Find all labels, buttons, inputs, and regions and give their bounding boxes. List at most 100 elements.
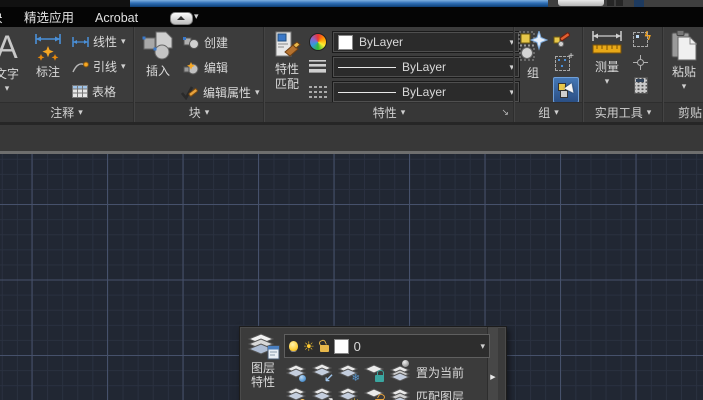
edit-attribute-icon xyxy=(181,85,199,100)
layer-floating-panel: 图层 特性 ☀ 0 ▾ xyxy=(239,326,507,400)
layer-tools-row1: ↙ ❄ 置为当前 xyxy=(286,363,464,382)
layer-change-to-current-icon[interactable]: ↙ xyxy=(312,363,332,382)
color-swatch xyxy=(338,35,353,50)
layer-lock-icon[interactable] xyxy=(364,363,384,382)
layer-dropdown-caret: ▾ xyxy=(480,341,485,352)
dimension-button[interactable]: 标注 xyxy=(30,32,66,80)
flyout-arrow-icon: ▶ xyxy=(490,373,495,381)
block-edit-button[interactable]: 编辑 xyxy=(183,59,228,76)
linetype-icon[interactable] xyxy=(309,85,327,99)
group-button[interactable]: 组 xyxy=(517,31,549,81)
match-layer-label[interactable]: 匹配图层 xyxy=(416,388,464,400)
linetype-dropdown[interactable]: ByLayer ▾ xyxy=(332,81,520,103)
panel-block: 插入 创建 编辑 xyxy=(135,27,263,122)
leader-button[interactable]: 引线 ▾ xyxy=(72,58,126,75)
group-edit-icon[interactable]: + xyxy=(555,56,570,71)
layer-match-icon[interactable] xyxy=(390,387,410,400)
titlebar-blue-gradient xyxy=(130,0,548,7)
edit-attr-caret: ▾ xyxy=(255,87,260,98)
color-wheel-icon[interactable] xyxy=(309,33,327,51)
measure-icon xyxy=(591,31,623,57)
drawing-canvas[interactable]: 图层 特性 ☀ 0 ▾ xyxy=(0,154,703,400)
id-point-icon[interactable] xyxy=(633,55,648,70)
text-icon: A xyxy=(0,30,22,64)
panel-label-group[interactable]: 组 ▾ xyxy=(515,102,582,122)
insert-block-icon xyxy=(142,31,174,61)
layer-color-swatch xyxy=(334,339,349,354)
lineweight-icon[interactable] xyxy=(309,59,326,73)
layer-thaw-sun-icon: ☀ xyxy=(303,340,315,353)
block-edit-icon xyxy=(183,61,200,75)
table-icon xyxy=(72,85,88,98)
group-icon xyxy=(518,31,548,63)
panel-label-properties[interactable]: 特性 ▾ ↘ xyxy=(265,102,513,122)
panel-utilities: 测量 ▾ ϟ 实用工具 ▾ xyxy=(584,27,662,122)
match-properties-icon xyxy=(272,31,302,61)
text-flyout-caret: ▾ xyxy=(5,83,10,94)
layer-properties-icon xyxy=(246,331,280,361)
set-current-label[interactable]: 置为当前 xyxy=(416,364,464,381)
lineweight-swatch xyxy=(338,67,396,68)
insert-button[interactable]: 插入 xyxy=(139,31,177,79)
group-selection-toggle[interactable] xyxy=(553,77,579,103)
autocad-window: 块 精选应用 Acrobat ▾ A 文字 ▾ xyxy=(0,0,703,400)
measure-button[interactable]: 测量 ▾ xyxy=(587,31,627,87)
edit-attributes-button[interactable]: 编辑属性 ▾ xyxy=(181,84,260,101)
color-dropdown[interactable]: ByLayer ▾ xyxy=(332,31,520,53)
layer-unlock-icon[interactable] xyxy=(364,387,384,400)
table-button[interactable]: 表格 xyxy=(72,83,116,100)
leader-caret: ▾ xyxy=(121,61,126,72)
layer-unlock-icon xyxy=(320,345,329,352)
tab-featured-apps[interactable]: 精选应用 xyxy=(24,10,74,26)
panel-clipboard: 粘贴 ▾ 剪贴 xyxy=(664,27,703,122)
leader-icon xyxy=(72,60,89,73)
layer-freeze-icon[interactable]: ❄ xyxy=(338,363,358,382)
measure-caret: ▾ xyxy=(605,76,610,87)
current-layer-name: 0 xyxy=(354,339,361,354)
quick-calc-icon[interactable] xyxy=(634,77,648,94)
infocenter-sliver xyxy=(634,0,644,7)
match-properties-button[interactable]: 特性 匹配 xyxy=(269,31,305,91)
paste-caret: ▾ xyxy=(682,81,687,92)
layer-tools-row2: ↗ ☀ 匹配图层 xyxy=(286,387,464,400)
panel-label-block[interactable]: 块 ▾ xyxy=(135,102,263,122)
titlebar-right xyxy=(548,0,703,7)
panel-label-utilities[interactable]: 实用工具 ▾ xyxy=(584,102,662,122)
layer-previous-icon[interactable]: ↗ xyxy=(312,387,332,400)
panel-properties: 特性 匹配 ByLayer ▾ ByLayer xyxy=(265,27,513,122)
linear-icon xyxy=(72,37,89,47)
linear-button[interactable]: 线性 ▾ xyxy=(72,33,126,50)
panel-group: 组 + 组 ▾ xyxy=(515,27,582,122)
linear-caret: ▾ xyxy=(121,36,126,47)
svg-text:A: A xyxy=(0,30,18,64)
dimension-icon xyxy=(33,32,63,62)
layer-isolate-icon[interactable] xyxy=(286,363,306,382)
window-button-sliver xyxy=(607,0,614,6)
window-button-sliver xyxy=(616,0,623,6)
ribbon-toggle-caret[interactable]: ▾ xyxy=(194,11,199,22)
layer-set-current-icon[interactable] xyxy=(390,363,410,382)
ribbon-minimize-toggle[interactable] xyxy=(170,12,193,25)
tab-addins-clipped[interactable]: 块 xyxy=(0,10,3,26)
text-button[interactable]: A 文字 ▾ xyxy=(0,30,23,94)
quick-select-icon[interactable]: ϟ xyxy=(633,32,648,47)
lineweight-dropdown[interactable]: ByLayer ▾ xyxy=(332,56,520,78)
paste-clipboard-icon xyxy=(671,30,698,62)
layer-unisolate-icon[interactable] xyxy=(286,387,306,400)
paste-button[interactable]: 粘贴 ▾ xyxy=(667,30,701,92)
panel-label-clipboard[interactable]: 剪贴 xyxy=(664,102,703,122)
ungroup-icon[interactable] xyxy=(553,32,571,47)
properties-dialog-launcher[interactable]: ↘ xyxy=(501,107,509,118)
quick-access-sliver xyxy=(558,0,604,6)
titlebar-strip xyxy=(0,0,703,7)
ribbon-tab-bar: 块 精选应用 Acrobat ▾ xyxy=(0,7,703,27)
layer-dropdown[interactable]: ☀ 0 ▾ xyxy=(284,334,490,358)
ribbon-lower-strip xyxy=(0,122,703,151)
ribbon: A 文字 ▾ 标注 xyxy=(0,27,703,122)
block-create-button[interactable]: 创建 xyxy=(183,34,228,51)
layer-properties-button[interactable]: 图层 特性 xyxy=(243,331,283,400)
layer-thaw-icon[interactable]: ☀ xyxy=(338,387,358,400)
layer-on-bulb-icon xyxy=(289,341,298,351)
tab-acrobat[interactable]: Acrobat xyxy=(95,10,138,26)
panel-label-annotation[interactable]: 注释 ▾ xyxy=(0,102,133,122)
